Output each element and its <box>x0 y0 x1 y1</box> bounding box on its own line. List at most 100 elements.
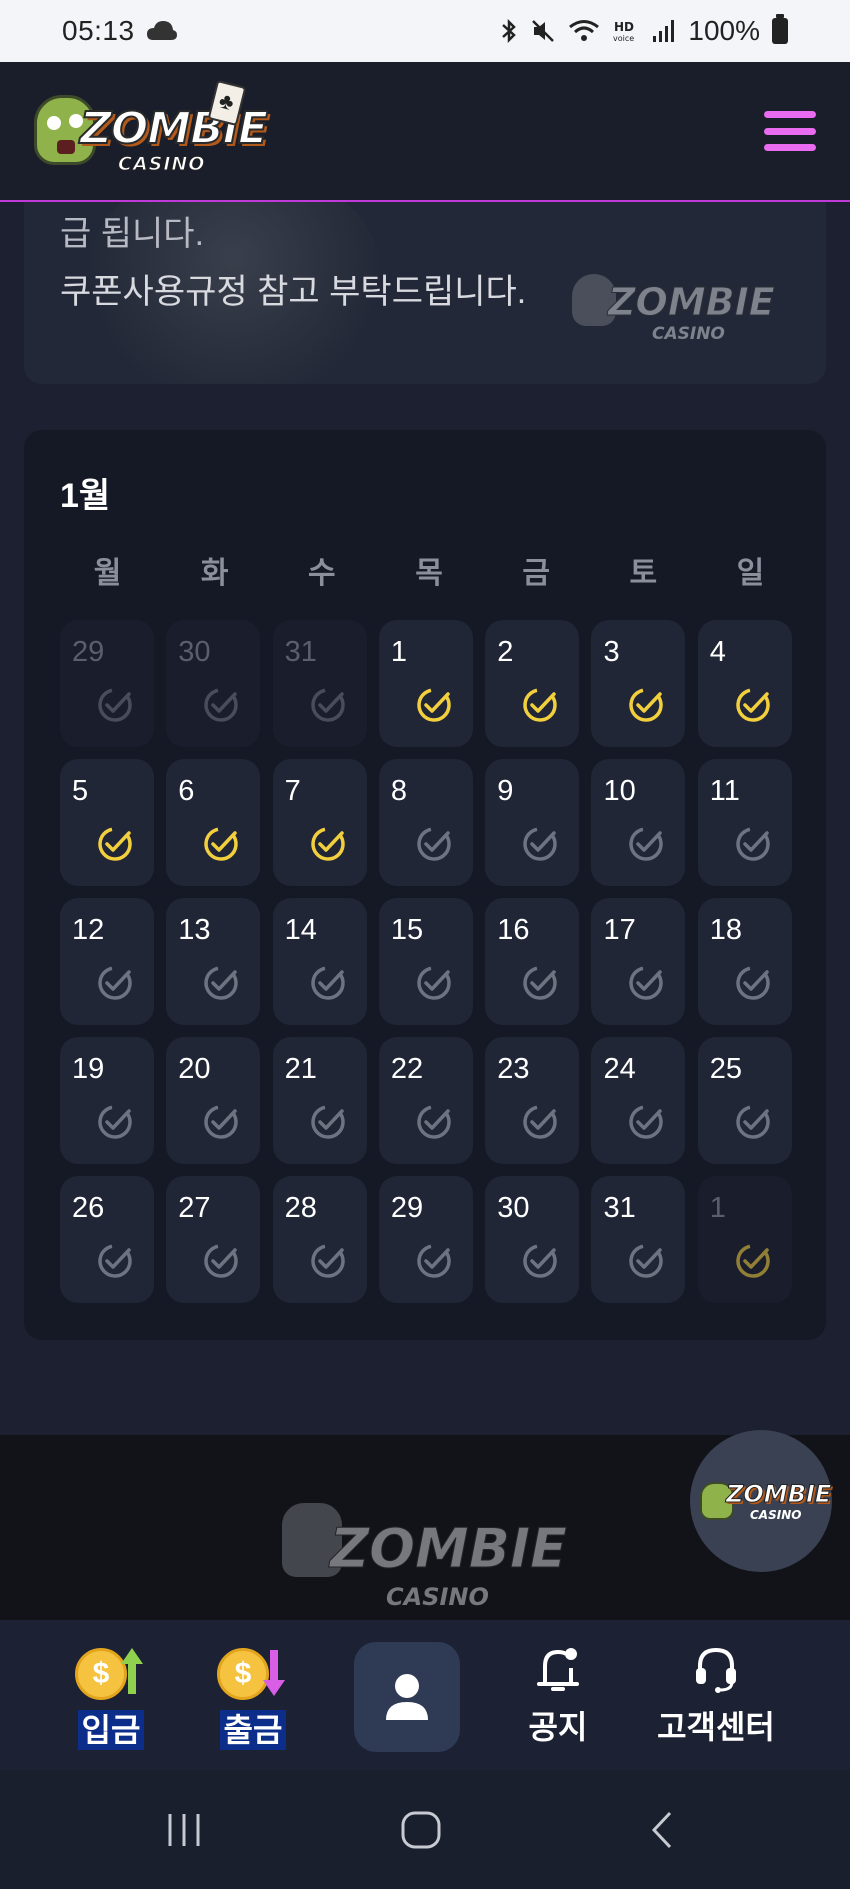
svg-text:HD: HD <box>614 20 634 34</box>
bell-icon <box>537 1648 579 1691</box>
nav-withdraw[interactable]: $ 출금 <box>210 1620 296 1770</box>
nav-notice[interactable]: 공지 <box>510 1620 606 1770</box>
calendar-day[interactable]: 31 <box>272 620 367 747</box>
day-number: 30 <box>178 636 211 668</box>
hd-voice-icon: HDvoice <box>613 20 634 43</box>
calendar-day[interactable]: 29 <box>378 1176 473 1303</box>
home-icon[interactable] <box>400 1810 442 1850</box>
day-number: 22 <box>390 1053 424 1085</box>
calendar-day[interactable]: 2 <box>485 620 580 747</box>
nav-customer-center[interactable]: 고객센터 <box>648 1620 784 1770</box>
cloud-icon <box>146 21 177 40</box>
weekday-label: 목 <box>415 557 443 590</box>
recent-apps-icon[interactable] <box>164 1810 204 1850</box>
calendar-day-grid: 29 30 31 1 2 3 4 5 6 7 8 9 10 11 12 13 14 15 16 17 18 19 20 21 2… <box>60 620 798 1303</box>
calendar-day[interactable]: 20 <box>166 1037 261 1164</box>
calendar-day[interactable]: 10 <box>591 759 686 886</box>
calendar-day[interactable]: 28 <box>272 1176 367 1303</box>
weekday-label: 일 <box>736 557 765 590</box>
calendar-day[interactable]: 1 <box>378 620 473 747</box>
calendar-day[interactable]: 23 <box>485 1037 580 1164</box>
unchecked-badge-icon <box>310 1244 345 1278</box>
mute-icon <box>532 20 555 42</box>
unchecked-badge-icon <box>523 1105 557 1139</box>
day-number: 21 <box>284 1053 317 1085</box>
hamburger-menu-button[interactable] <box>764 111 816 151</box>
unchecked-badge-icon <box>417 1105 451 1139</box>
calendar-day[interactable]: 12 <box>60 898 154 1025</box>
calendar-day[interactable]: 30 <box>166 620 261 747</box>
bluetooth-icon <box>502 18 517 44</box>
day-number: 24 <box>603 1053 636 1085</box>
calendar-day[interactable]: 21 <box>272 1037 367 1164</box>
calendar-day[interactable]: 15 <box>378 898 473 1025</box>
zombie-casino-logo[interactable]: ZOMBIE CASINO <box>34 79 270 181</box>
day-number: 1 <box>709 1192 726 1224</box>
calendar-day[interactable]: 22 <box>378 1037 473 1164</box>
checked-badge-icon <box>736 1244 770 1278</box>
floating-logo-button[interactable]: ZOMBIE CASINO <box>690 1430 832 1572</box>
day-number: 29 <box>72 636 105 668</box>
signal-icon <box>653 20 675 42</box>
system-nav-bar <box>0 1770 850 1889</box>
wifi-icon <box>569 20 600 41</box>
my-page-button[interactable] <box>354 1642 460 1752</box>
calendar-day[interactable]: 6 <box>166 759 261 886</box>
day-number: 31 <box>603 1192 636 1224</box>
calendar-day[interactable]: 17 <box>591 898 686 1025</box>
attendance-calendar: 1월 월 화 수 목 금 토 일 29 30 31 1 2 3 4 5 6 7 8 9 10 11 12 13… <box>24 430 826 1340</box>
calendar-day[interactable]: 8 <box>378 759 473 886</box>
calendar-day[interactable]: 5 <box>60 759 154 886</box>
nav-notice-label: 공지 <box>528 1709 588 1745</box>
calendar-day[interactable]: 3 <box>591 620 686 747</box>
day-number: 13 <box>178 914 211 946</box>
back-icon[interactable] <box>648 1810 676 1850</box>
unchecked-badge-icon <box>629 966 664 1000</box>
calendar-day[interactable]: 1 <box>697 1176 792 1303</box>
checked-badge-icon <box>417 688 451 722</box>
logo-sub: CASINO <box>117 153 206 176</box>
day-number: 3 <box>603 636 620 668</box>
day-number: 27 <box>178 1192 211 1224</box>
site-header: ZOMBIE CASINO <box>0 62 850 202</box>
day-number: 29 <box>390 1192 424 1224</box>
calendar-day[interactable]: 31 <box>591 1176 686 1303</box>
unchecked-badge-icon <box>736 1105 770 1139</box>
unchecked-badge-icon <box>736 827 770 861</box>
unchecked-badge-icon <box>98 966 132 1000</box>
day-number: 1 <box>390 636 408 668</box>
calendar-day[interactable]: 29 <box>60 620 154 747</box>
weekday-label: 월 <box>93 557 122 590</box>
weekday-label: 수 <box>308 557 336 590</box>
calendar-day[interactable]: 7 <box>272 759 367 886</box>
watermark-logo: ZOMBIE CASINO <box>572 266 792 356</box>
day-number: 28 <box>284 1192 317 1224</box>
weekday-label: 화 <box>200 557 229 590</box>
calendar-day[interactable]: 18 <box>697 898 792 1025</box>
calendar-day[interactable]: 24 <box>591 1037 686 1164</box>
unchecked-badge-icon <box>417 1244 451 1278</box>
calendar-day[interactable]: 19 <box>60 1037 154 1164</box>
calendar-day[interactable]: 14 <box>272 898 367 1025</box>
weekday-header: 월 화 수 목 금 토 일 <box>60 548 798 592</box>
calendar-day[interactable]: 25 <box>697 1037 792 1164</box>
weekday-label: 토 <box>629 557 658 590</box>
day-number: 7 <box>284 775 301 807</box>
day-number: 14 <box>284 914 317 946</box>
checked-badge-icon <box>204 827 239 861</box>
calendar-day[interactable]: 30 <box>485 1176 580 1303</box>
calendar-day[interactable]: 11 <box>697 759 792 886</box>
calendar-day[interactable]: 9 <box>485 759 580 886</box>
footer-logo: ZOMBIE CASINO <box>282 1495 572 1615</box>
calendar-day[interactable]: 26 <box>60 1176 154 1303</box>
checked-badge-icon <box>310 827 345 861</box>
calendar-day[interactable]: 16 <box>485 898 580 1025</box>
calendar-day[interactable]: 4 <box>697 620 792 747</box>
calendar-day[interactable]: 27 <box>166 1176 261 1303</box>
nav-deposit[interactable]: $ 입금 <box>68 1620 154 1770</box>
unchecked-badge-icon <box>204 1244 239 1278</box>
unchecked-badge-icon <box>523 827 557 861</box>
unchecked-badge-icon <box>523 966 557 1000</box>
calendar-day[interactable]: 13 <box>166 898 261 1025</box>
day-number: 6 <box>178 775 195 807</box>
